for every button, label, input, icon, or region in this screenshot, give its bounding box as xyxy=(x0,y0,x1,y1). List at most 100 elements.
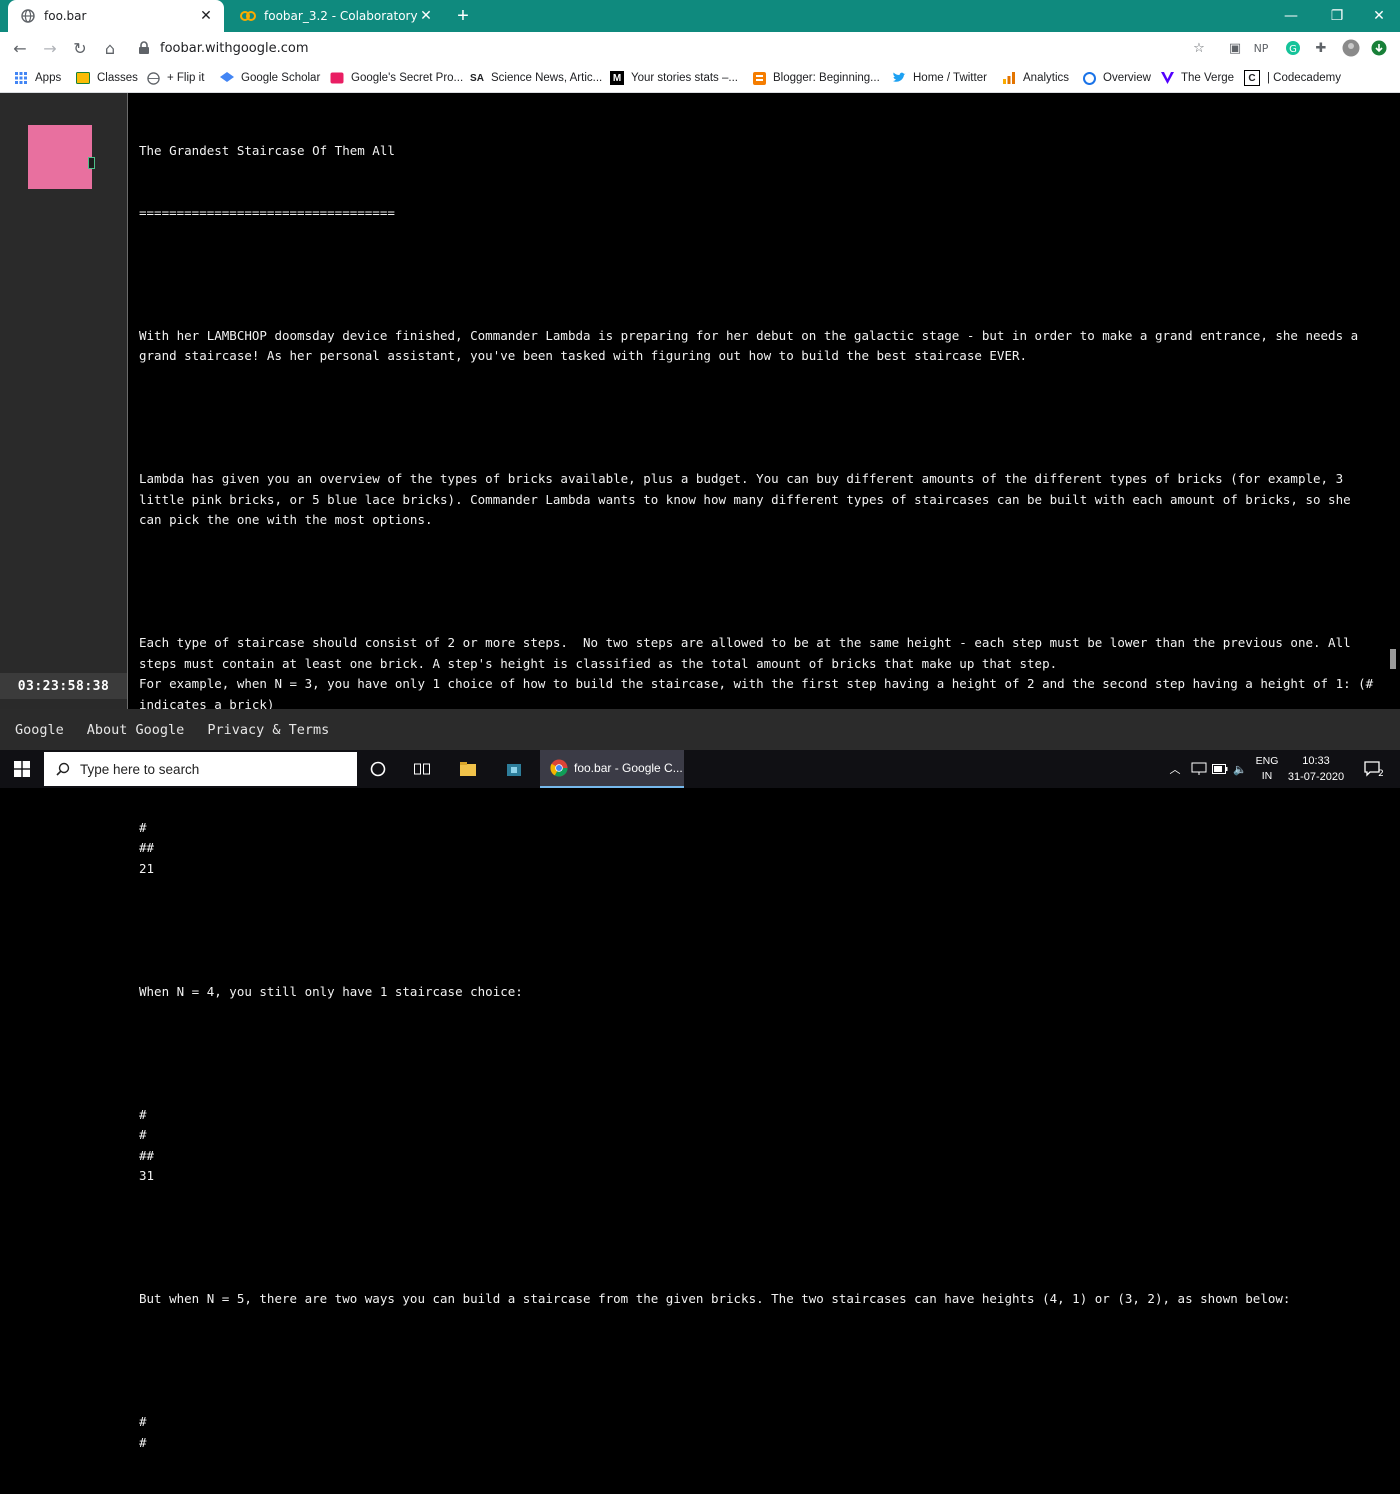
bookmark-label: Analytics xyxy=(1023,72,1070,84)
language-region: IN xyxy=(1261,770,1273,782)
overview-icon xyxy=(1082,71,1096,85)
home-icon[interactable]: ⌂ xyxy=(98,36,122,60)
windows-start-icon[interactable] xyxy=(0,750,44,788)
scrollbar-thumb[interactable] xyxy=(1390,649,1396,669)
bookmark-label: Your stories stats –... xyxy=(631,72,738,84)
language-indicator[interactable]: ENG IN xyxy=(1252,750,1282,788)
grammarly-icon[interactable]: G xyxy=(1282,37,1304,59)
battery-icon[interactable] xyxy=(1210,750,1230,788)
minimize-icon[interactable]: — xyxy=(1268,0,1314,32)
globe-icon xyxy=(20,8,36,24)
volume-icon[interactable]: 🔈 xyxy=(1230,750,1250,788)
bookmark-icon xyxy=(330,71,344,85)
bookmark-label: Apps xyxy=(35,72,62,84)
bookmark-label: Blogger: Beginning... xyxy=(773,72,880,84)
new-tab-button[interactable]: + xyxy=(452,6,474,26)
clock-date: 31-07-2020 xyxy=(1287,771,1345,783)
extension-reader-icon[interactable]: ▣ xyxy=(1224,37,1246,59)
paragraph: Lambda has given you an overview of the … xyxy=(139,471,1359,527)
bookmarks-bar: Apps Classes + Flip it Google Scholar Go… xyxy=(0,64,1400,93)
chrome-icon xyxy=(550,759,568,777)
paragraph: When N = 4, you still only have 1 stairc… xyxy=(139,983,523,999)
scholar-icon xyxy=(220,71,234,85)
footer-link-about-google[interactable]: About Google xyxy=(87,722,185,738)
reload-icon[interactable]: ↻ xyxy=(68,36,92,60)
countdown-timer: 03:23:58:38 xyxy=(0,673,127,699)
bookmark-label: Home / Twitter xyxy=(913,72,987,84)
store-app-icon[interactable] xyxy=(494,750,534,788)
star-icon[interactable]: ☆ xyxy=(1188,37,1210,59)
bookmark-twitter[interactable]: Home / Twitter xyxy=(892,64,987,92)
verge-icon xyxy=(1160,71,1174,85)
bookmark-flip-it[interactable]: + Flip it xyxy=(146,64,204,92)
notifications-icon[interactable]: 2 xyxy=(1356,750,1392,788)
footer-link-privacy-terms[interactable]: Privacy & Terms xyxy=(207,722,329,738)
tab-title: foo.bar xyxy=(44,9,87,23)
clock-time: 10:33 xyxy=(1302,755,1330,767)
bookmark-label: Classes xyxy=(97,72,138,84)
tab-colab[interactable]: foobar_3.2 - Colaboratory ✕ xyxy=(228,0,444,32)
twitter-icon xyxy=(892,71,906,85)
footer-link-google[interactable]: Google xyxy=(15,722,64,738)
extensions-puzzle-icon[interactable]: ✚ xyxy=(1310,37,1332,59)
challenge-text: The Grandest Staircase Of Them All =====… xyxy=(139,100,1379,1494)
task-view-icon[interactable] xyxy=(402,750,442,788)
maximize-icon[interactable]: ❐ xyxy=(1314,0,1360,32)
sa-icon: SA xyxy=(470,72,484,84)
bookmark-analytics[interactable]: Analytics xyxy=(1002,64,1069,92)
page-scrollbar[interactable] xyxy=(1388,93,1400,709)
network-icon[interactable] xyxy=(1188,750,1210,788)
bookmark-apps[interactable]: Apps xyxy=(14,64,61,92)
windows-taskbar: Type here to search foo.bar - Google C..… xyxy=(0,750,1400,788)
tray-overflow-chevron-icon[interactable]: ︿ xyxy=(1166,750,1184,788)
bookmark-your-stories[interactable]: M Your stories stats –... xyxy=(610,64,738,92)
tab-foo-bar[interactable]: foo.bar ✕ xyxy=(8,0,224,32)
lock-icon xyxy=(138,41,152,55)
paragraph: Each type of staircase should consist of… xyxy=(139,635,1374,712)
address-bar[interactable]: foobar.withgoogle.com xyxy=(130,35,1210,61)
close-tab-icon[interactable]: ✕ xyxy=(418,8,434,24)
file-explorer-icon[interactable] xyxy=(448,750,488,788)
update-icon[interactable] xyxy=(1368,37,1390,59)
back-arrow-icon[interactable]: ← xyxy=(8,36,32,60)
page-footer: Google About Google Privacy & Terms xyxy=(0,709,1400,750)
bookmark-blogger[interactable]: Blogger: Beginning... xyxy=(752,64,880,92)
cortana-icon[interactable] xyxy=(358,750,398,788)
colab-icon xyxy=(240,8,256,24)
bookmark-label: | Codecademy xyxy=(1267,72,1341,84)
staircase-example: # # ## 31 xyxy=(139,1106,155,1184)
paragraph: With her LAMBCHOP doomsday device finish… xyxy=(139,327,1366,364)
bookmark-label: Overview xyxy=(1103,72,1151,84)
staircase-example: # # xyxy=(139,1414,147,1450)
bookmark-label: + Flip it xyxy=(167,72,205,84)
globe-icon xyxy=(146,71,160,85)
taskbar-search-box[interactable]: Type here to search xyxy=(44,752,357,786)
close-window-icon[interactable]: ✕ xyxy=(1356,0,1400,32)
tab-title: foobar_3.2 - Colaboratory xyxy=(264,9,418,23)
bookmark-googles-secret[interactable]: Google's Secret Pro... xyxy=(330,64,463,92)
avatar-marker xyxy=(88,157,95,169)
bookmark-label: The Verge xyxy=(1181,72,1235,84)
apps-grid-icon xyxy=(14,71,28,85)
classes-icon xyxy=(76,71,90,85)
extension-np-icon[interactable]: NP xyxy=(1250,37,1272,59)
taskbar-clock[interactable]: 10:33 31-07-2020 xyxy=(1286,750,1346,788)
bookmark-overview[interactable]: Overview xyxy=(1082,64,1151,92)
sidebar-divider xyxy=(127,93,128,709)
profile-avatar-icon[interactable] xyxy=(1340,37,1362,59)
analytics-icon xyxy=(1002,71,1016,85)
browser-tab-strip: foo.bar ✕ foobar_3.2 - Colaboratory ✕ + … xyxy=(0,0,1400,32)
bookmark-classes[interactable]: Classes xyxy=(76,64,138,92)
search-icon xyxy=(56,762,70,776)
codecademy-icon: C xyxy=(1244,70,1260,86)
browser-toolbar: ← → ↻ ⌂ foobar.withgoogle.com ☆ ▣ NP G ✚ xyxy=(0,32,1400,64)
bookmark-the-verge[interactable]: The Verge xyxy=(1160,64,1234,92)
forward-arrow-icon[interactable]: → xyxy=(38,36,62,60)
bookmark-label: Google Scholar xyxy=(241,72,321,84)
bookmark-codecademy[interactable]: C | Codecademy xyxy=(1244,64,1341,92)
taskbar-app-chrome[interactable]: foo.bar - Google C... xyxy=(540,750,684,788)
bookmark-google-scholar[interactable]: Google Scholar xyxy=(220,64,320,92)
bookmark-science-news[interactable]: SA Science News, Artic... xyxy=(470,64,602,92)
close-tab-icon[interactable]: ✕ xyxy=(198,8,214,24)
foobar-page: 03:23:58:38 The Grandest Staircase Of Th… xyxy=(0,93,1400,1450)
